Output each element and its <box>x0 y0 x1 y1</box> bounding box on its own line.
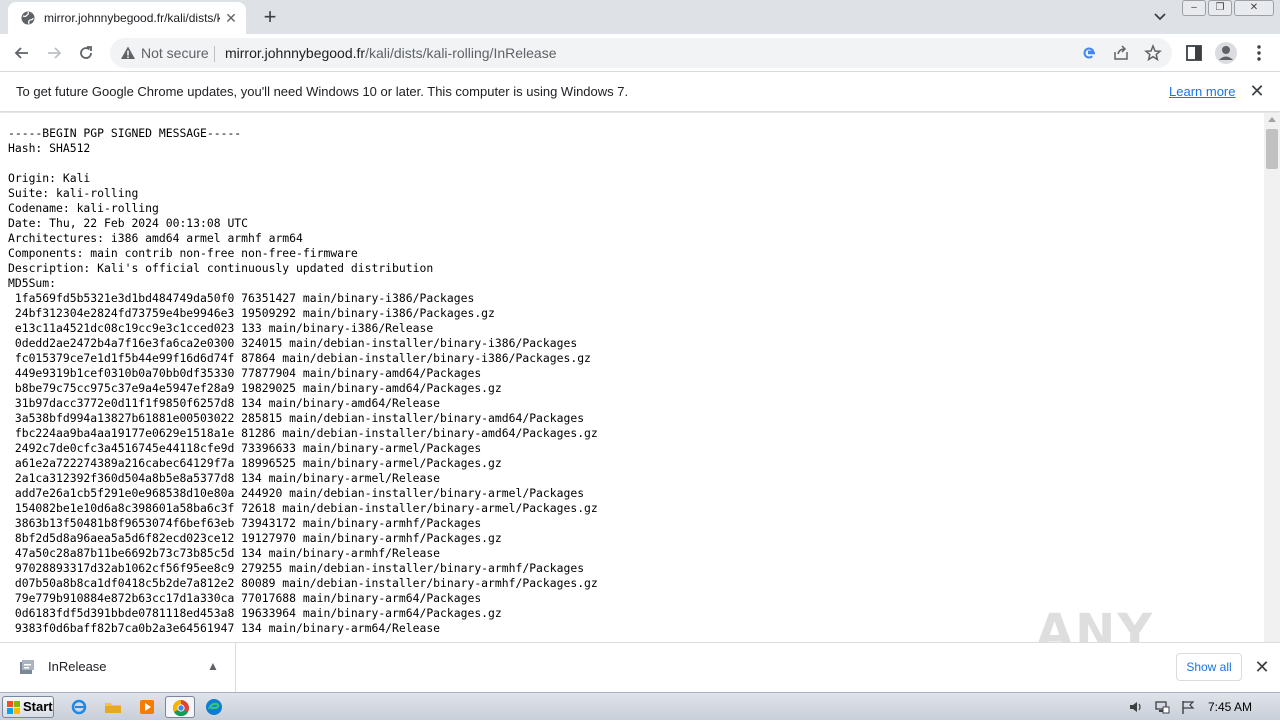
scrollbar-thumb[interactable] <box>1266 129 1278 169</box>
text-line: 2a1ca312392f360d504a8b5e8a5377d8 134 mai… <box>8 471 441 485</box>
text-line: Architectures: i386 amd64 armel armhf ar… <box>8 231 303 245</box>
back-button[interactable] <box>9 40 35 66</box>
text-line: 154082be1e10d6a8c398601a58ba6c3f 72618 m… <box>8 501 598 515</box>
tab-title: mirror.johnnybegood.fr/kali/dists/kali-r… <box>44 11 220 25</box>
bookmark-star-icon[interactable] <box>1144 44 1162 62</box>
text-line: Origin: Kali <box>8 171 91 185</box>
text-line: Components: main contrib non-free non-fr… <box>8 246 358 260</box>
warning-icon[interactable] <box>120 45 136 61</box>
text-line: 24bf312304e2824fd73759e4be9946e3 1950929… <box>8 306 495 320</box>
text-line: fbc224aa9ba4aa19177e0629e1518a1e 81286 m… <box>8 426 598 440</box>
text-line: 1fa569fd5b5321e3d1bd484749da50f0 7635142… <box>8 291 475 305</box>
text-line: Date: Thu, 22 Feb 2024 00:13:08 UTC <box>8 216 249 230</box>
url-path: /kali/dists/kali-rolling/InRelease <box>365 45 557 61</box>
minimize-button[interactable]: – <box>1182 0 1206 16</box>
vertical-scrollbar[interactable] <box>1264 113 1280 642</box>
restore-button[interactable]: ❐ <box>1208 0 1232 16</box>
download-shelf: InRelease ▲ Show all ✕ <box>0 642 1280 692</box>
edge-icon <box>206 699 222 715</box>
chevron-up-icon[interactable]: ▲ <box>204 657 222 675</box>
folder-icon <box>105 703 121 713</box>
action-center-flag-icon[interactable] <box>1180 699 1196 715</box>
text-line: Description: Kali's official continuousl… <box>8 261 434 275</box>
windows-logo-icon <box>7 701 20 714</box>
kebab-menu-icon[interactable] <box>1249 43 1269 63</box>
system-tray <box>1124 697 1204 717</box>
text-line: 0d6183fdf5d391bbde0781118ed453a8 1963396… <box>8 606 502 620</box>
text-line: 9383f0d6baff82b7ca0b2a3e64561947 134 mai… <box>8 621 441 635</box>
inrelease-text: -----BEGIN PGP SIGNED MESSAGE----- Hash:… <box>8 126 598 636</box>
text-line: 3863b13f50481b8f9653074f6bef63eb 7394317… <box>8 516 482 530</box>
text-line: add7e26a1cb5f291e0e968538d10e80a 244920 … <box>8 486 585 500</box>
text-line: 0dedd2ae2472b4a7f16e3fa6ca2e0300 324015 … <box>8 336 578 350</box>
text-line: 97028893317d32ab1062cf56f95ee8c9 279255 … <box>8 561 585 575</box>
tab-strip: mirror.johnnybegood.fr/kali/dists/kali-r… <box>0 0 1280 34</box>
tab-search-chevron-icon[interactable] <box>1150 8 1170 26</box>
chrome-icon <box>172 699 189 717</box>
window-controls: – ❐ ✕ <box>1182 0 1274 18</box>
text-line: d07b50a8b8ca1df0418c5b2de7a812e2 80089 m… <box>8 576 598 590</box>
omnibox-separator <box>214 46 215 62</box>
network-icon[interactable] <box>1154 699 1170 715</box>
address-bar[interactable]: Not secure mirror.johnnybegood.fr/kali/d… <box>110 38 1172 68</box>
text-line: b8be79c75cc975c37e9a4e5947ef28a9 1982902… <box>8 381 502 395</box>
infobar-close-icon[interactable]: ✕ <box>1247 81 1267 101</box>
text-line: 2492c7de0cfc3a4516745e44118cfe9d 7339663… <box>8 441 482 455</box>
profile-avatar-icon[interactable] <box>1214 41 1238 65</box>
media-player-icon <box>140 700 154 714</box>
text-line: a61e2a722274389a216cabec64129f7a 1899652… <box>8 456 502 470</box>
show-all-button[interactable]: Show all <box>1176 653 1242 681</box>
start-label: Start <box>23 699 53 714</box>
google-translate-icon[interactable] <box>1080 44 1098 62</box>
forward-arrow-icon <box>48 47 62 59</box>
url-host: mirror.johnnybegood.fr <box>225 45 366 61</box>
taskbar-clock[interactable]: 7:45 AM <box>1208 699 1252 715</box>
text-line: 8bf2d5d8a96aea5a5d6f82ecd023ce12 1912797… <box>8 531 502 545</box>
globe-icon <box>21 11 35 25</box>
file-icon <box>20 660 34 674</box>
start-button[interactable]: Start <box>2 696 54 718</box>
text-line: e13c11a4521dc08c19cc9e3c1cced023 133 mai… <box>8 321 434 335</box>
back-arrow-icon <box>14 47 28 59</box>
internet-explorer-icon <box>71 699 87 715</box>
update-infobar: To get future Google Chrome updates, you… <box>0 72 1280 112</box>
text-line: Hash: SHA512 <box>8 141 91 155</box>
download-file-name: InRelease <box>48 659 107 674</box>
text-line: -----BEGIN PGP SIGNED MESSAGE----- <box>8 126 242 140</box>
windows-taskbar: Start 7:45 AM <box>0 692 1280 720</box>
text-line: 47a50c28a87b11be6692b73c73b85c5d 134 mai… <box>8 546 441 560</box>
url-text[interactable]: mirror.johnnybegood.fr/kali/dists/kali-r… <box>225 44 557 62</box>
browser-toolbar: Not secure mirror.johnnybegood.fr/kali/d… <box>0 34 1280 72</box>
window-close-button[interactable]: ✕ <box>1234 0 1274 16</box>
text-line: MD5Sum: <box>8 276 57 290</box>
taskbar-media-player[interactable] <box>132 696 162 718</box>
text-line: Codename: kali-rolling <box>8 201 159 215</box>
infobar-message: To get future Google Chrome updates, you… <box>16 84 629 99</box>
forward-button[interactable] <box>41 40 67 66</box>
text-line: fc015379ce7e1d1f5b44e99f16d6d74f 87864 m… <box>8 351 591 365</box>
text-line: 449e9319b1cef0310b0a70bb0df35330 7787790… <box>8 366 482 380</box>
learn-more-link[interactable]: Learn more <box>1169 84 1235 100</box>
reload-icon <box>80 46 92 59</box>
text-line: Suite: kali-rolling <box>8 186 139 200</box>
shelf-close-icon[interactable]: ✕ <box>1252 656 1272 678</box>
text-line: 79e779b910884e872b63cc17d1a330ca 7701768… <box>8 591 482 605</box>
taskbar-chrome[interactable] <box>165 696 195 718</box>
reload-button[interactable] <box>73 40 99 66</box>
taskbar-ie[interactable] <box>64 696 94 718</box>
active-tab[interactable]: mirror.johnnybegood.fr/kali/dists/kali-r… <box>8 2 246 34</box>
download-item[interactable]: InRelease ▲ <box>0 643 236 692</box>
tab-close-icon[interactable]: ✕ <box>222 9 240 27</box>
side-panel-icon[interactable] <box>1184 43 1204 63</box>
taskbar-edge[interactable] <box>199 696 229 718</box>
scroll-up-arrow-icon[interactable] <box>1268 117 1276 122</box>
text-line: 31b97dacc3772e0d11f1f9850f6257d8 134 mai… <box>8 396 441 410</box>
new-tab-button[interactable]: + <box>258 6 282 30</box>
text-line: 3a538bfd994a13827b61881e00503022 285815 … <box>8 411 585 425</box>
taskbar-explorer[interactable] <box>98 696 128 718</box>
volume-icon[interactable] <box>1128 699 1144 715</box>
page-content: -----BEGIN PGP SIGNED MESSAGE----- Hash:… <box>0 113 1264 642</box>
share-icon[interactable] <box>1112 44 1130 62</box>
security-status[interactable]: Not secure <box>141 45 209 61</box>
